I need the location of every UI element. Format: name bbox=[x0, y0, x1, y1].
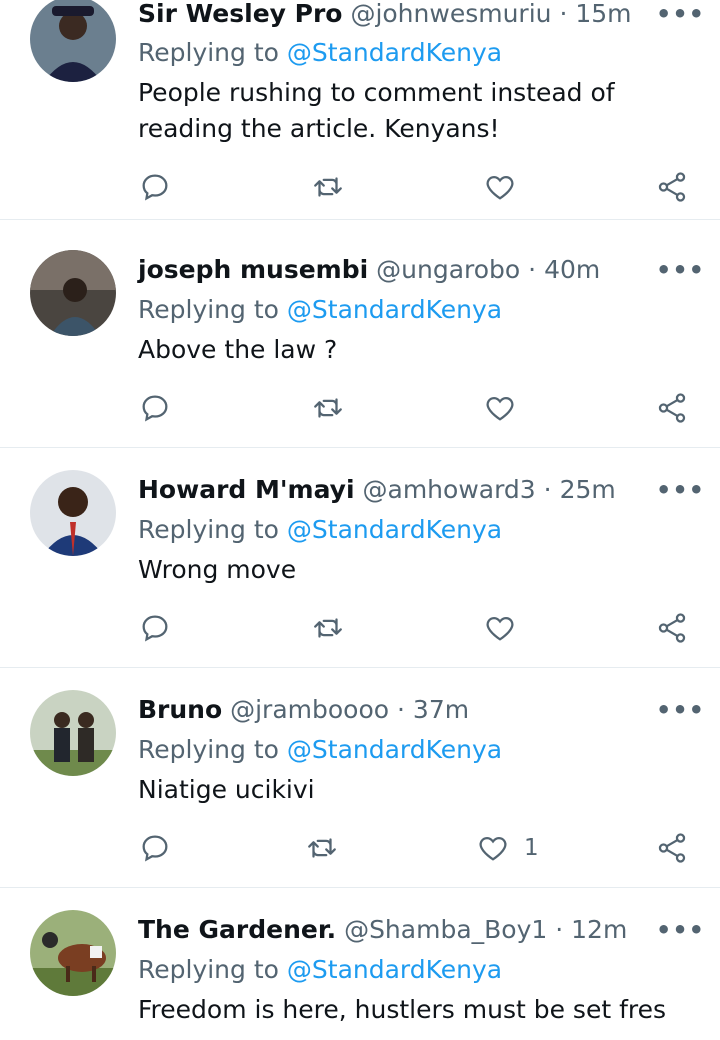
timestamp[interactable]: 25m bbox=[560, 475, 616, 504]
timestamp[interactable]: 40m bbox=[544, 255, 600, 284]
heart-icon bbox=[479, 836, 507, 861]
retweet-icon bbox=[314, 398, 342, 418]
like-button[interactable] bbox=[483, 611, 519, 647]
tweet[interactable]: The Gardener. @Shamba_Boy1 · 12m ••• Rep… bbox=[0, 888, 720, 1040]
user-handle[interactable]: @jramboooo bbox=[230, 695, 389, 724]
tweet-actions: 1 bbox=[0, 831, 720, 871]
reply-button[interactable] bbox=[138, 170, 174, 206]
tweet[interactable]: joseph musembi @ungarobo · 40m ••• Reply… bbox=[0, 228, 720, 448]
tweet-actions bbox=[0, 391, 720, 431]
display-name[interactable]: joseph musembi bbox=[138, 255, 368, 284]
tweet[interactable]: Sir Wesley Pro @johnwesmuriu · 15m ••• R… bbox=[0, 0, 720, 220]
divider bbox=[0, 219, 720, 220]
display-name[interactable]: The Gardener. bbox=[138, 915, 336, 944]
retweet-button[interactable] bbox=[311, 611, 347, 647]
replying-handle-link[interactable]: @StandardKenya bbox=[287, 295, 502, 324]
separator: · bbox=[543, 475, 552, 504]
retweet-icon bbox=[308, 838, 336, 858]
more-icon[interactable]: ••• bbox=[656, 918, 705, 942]
avatar[interactable] bbox=[30, 910, 116, 996]
tweet-text: Wrong move bbox=[138, 555, 297, 584]
more-icon[interactable]: ••• bbox=[656, 258, 705, 282]
reply-icon bbox=[142, 174, 168, 201]
replying-label: Replying to bbox=[138, 295, 279, 324]
timestamp[interactable]: 12m bbox=[571, 915, 627, 944]
timestamp[interactable]: 15m bbox=[575, 0, 631, 28]
like-button[interactable] bbox=[476, 831, 512, 867]
tweet-actions bbox=[0, 170, 720, 210]
display-name[interactable]: Howard M'mayi bbox=[138, 475, 355, 504]
separator: · bbox=[559, 0, 568, 28]
replying-handle-link[interactable]: @StandardKenya bbox=[287, 515, 502, 544]
tweet[interactable]: Bruno @jramboooo · 37m ••• Replying to @… bbox=[0, 668, 720, 888]
tweet-header: Bruno @jramboooo · 37m bbox=[138, 695, 469, 725]
replying-to: Replying to @StandardKenya bbox=[138, 515, 502, 545]
share-icon bbox=[658, 613, 686, 643]
replying-label: Replying to bbox=[138, 735, 279, 764]
like-button[interactable] bbox=[483, 391, 519, 427]
retweet-icon bbox=[314, 177, 342, 197]
replying-to: Replying to @StandardKenya bbox=[138, 295, 502, 325]
heart-icon bbox=[486, 616, 514, 641]
reply-icon bbox=[142, 615, 168, 642]
replying-label: Replying to bbox=[138, 955, 279, 984]
user-handle[interactable]: @ungarobo bbox=[376, 255, 520, 284]
replying-label: Replying to bbox=[138, 515, 279, 544]
heart-icon bbox=[486, 175, 514, 200]
share-button[interactable] bbox=[655, 170, 691, 206]
share-icon bbox=[658, 393, 686, 423]
more-icon[interactable]: ••• bbox=[656, 698, 705, 722]
share-icon bbox=[658, 172, 686, 202]
share-icon bbox=[658, 833, 686, 863]
replying-to: Replying to @StandardKenya bbox=[138, 955, 502, 985]
tweet-text: People rushing to comment instead of rea… bbox=[138, 78, 615, 143]
heart-icon bbox=[486, 396, 514, 421]
separator: · bbox=[528, 255, 537, 284]
replying-handle-link[interactable]: @StandardKenya bbox=[287, 38, 502, 67]
tweet-actions bbox=[0, 611, 720, 651]
share-button[interactable] bbox=[655, 391, 691, 427]
reply-icon bbox=[142, 395, 168, 422]
tweet[interactable]: Howard M'mayi @amhoward3 · 25m ••• Reply… bbox=[0, 448, 720, 668]
timestamp[interactable]: 37m bbox=[413, 695, 469, 724]
more-icon[interactable]: ••• bbox=[656, 478, 705, 502]
share-button[interactable] bbox=[655, 831, 691, 867]
like-count: 1 bbox=[524, 835, 539, 861]
reply-button[interactable] bbox=[138, 391, 174, 427]
replying-to: Replying to @StandardKenya bbox=[138, 735, 502, 765]
display-name[interactable]: Bruno bbox=[138, 695, 222, 724]
separator: · bbox=[397, 695, 405, 724]
tweet-header: Sir Wesley Pro @johnwesmuriu · 15m bbox=[138, 0, 632, 29]
replying-label: Replying to bbox=[138, 38, 279, 67]
share-button[interactable] bbox=[655, 611, 691, 647]
tweet-header: Howard M'mayi @amhoward3 · 25m bbox=[138, 475, 616, 505]
like-button[interactable] bbox=[483, 170, 519, 206]
replying-handle-link[interactable]: @StandardKenya bbox=[287, 955, 502, 984]
replying-handle-link[interactable]: @StandardKenya bbox=[287, 735, 502, 764]
avatar[interactable] bbox=[30, 690, 116, 776]
avatar[interactable] bbox=[30, 250, 116, 336]
reply-icon bbox=[142, 835, 168, 862]
retweet-button[interactable] bbox=[311, 170, 347, 206]
user-handle[interactable]: @johnwesmuriu bbox=[350, 0, 551, 28]
reply-button[interactable] bbox=[138, 831, 174, 867]
retweet-icon bbox=[314, 618, 342, 638]
retweet-button[interactable] bbox=[305, 831, 341, 867]
tweet-header: joseph musembi @ungarobo · 40m bbox=[138, 255, 600, 285]
replying-to: Replying to @StandardKenya bbox=[138, 38, 502, 68]
user-handle[interactable]: @Shamba_Boy1 bbox=[344, 915, 547, 944]
separator: · bbox=[555, 915, 564, 944]
user-handle[interactable]: @amhoward3 bbox=[363, 475, 536, 504]
display-name[interactable]: Sir Wesley Pro bbox=[138, 0, 342, 28]
more-icon[interactable]: ••• bbox=[656, 2, 705, 26]
reply-button[interactable] bbox=[138, 611, 174, 647]
retweet-button[interactable] bbox=[311, 391, 347, 427]
tweet-header: The Gardener. @Shamba_Boy1 · 12m bbox=[138, 915, 627, 945]
tweet-text: Freedom is here, hustlers must be set fr… bbox=[138, 995, 667, 1024]
avatar[interactable] bbox=[30, 0, 116, 82]
tweet-text: Niatige ucikivi bbox=[138, 775, 315, 804]
tweet-text: Above the law ? bbox=[138, 335, 338, 364]
avatar[interactable] bbox=[30, 470, 116, 556]
